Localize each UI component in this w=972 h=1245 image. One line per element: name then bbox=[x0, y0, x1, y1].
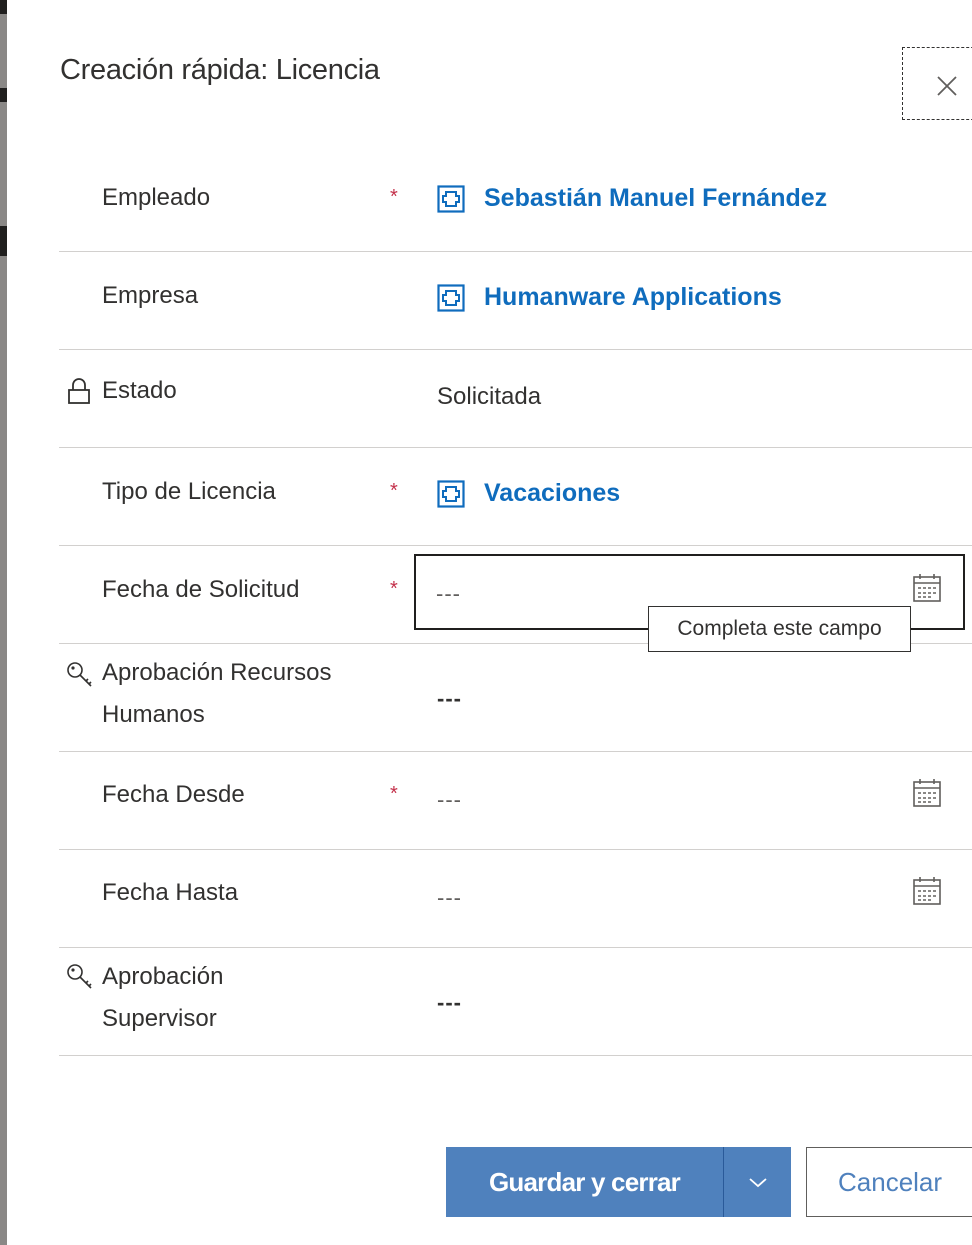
calendar-icon[interactable] bbox=[912, 573, 942, 603]
save-and-close-button[interactable]: Guardar y cerrar bbox=[446, 1147, 723, 1217]
field-label: Estado bbox=[102, 377, 177, 404]
fecha-desde-input[interactable]: --- bbox=[437, 787, 462, 813]
field-row-fecha-solicitud: Fecha de Solicitud * --- Completa este c… bbox=[59, 546, 972, 652]
dialog-title: Creación rápida: Licencia bbox=[60, 54, 380, 86]
required-marker: * bbox=[390, 783, 398, 805]
background-page-edge bbox=[0, 0, 7, 1245]
close-button[interactable] bbox=[902, 47, 972, 120]
chevron-down-icon bbox=[749, 1178, 767, 1188]
empleado-lookup[interactable]: Sebastián Manuel Fernández bbox=[437, 184, 827, 213]
save-options-dropdown[interactable] bbox=[723, 1147, 791, 1217]
field-row-estado: Estado Solicitada bbox=[59, 350, 972, 448]
field-label: Fecha Desde bbox=[102, 781, 245, 808]
form-fields: Empleado * Sebastián Manuel Fernández Em… bbox=[59, 148, 972, 1056]
field-row-empresa: Empresa Humanware Applications bbox=[59, 252, 972, 350]
empresa-lookup[interactable]: Humanware Applications bbox=[437, 283, 782, 312]
lookup-value: Vacaciones bbox=[484, 479, 621, 507]
field-row-empleado: Empleado * Sebastián Manuel Fernández bbox=[59, 148, 972, 252]
field-label: Fecha Hasta bbox=[102, 879, 239, 906]
field-label: Tipo de Licencia bbox=[102, 478, 276, 505]
field-row-aprobacion-supervisor: Aprobación Supervisor --- bbox=[59, 948, 972, 1056]
field-row-fecha-hasta: Fecha Hasta --- bbox=[59, 850, 972, 948]
field-row-fecha-desde: Fecha Desde * --- bbox=[59, 752, 972, 850]
required-marker: * bbox=[390, 186, 398, 208]
key-icon bbox=[67, 662, 92, 687]
entity-icon bbox=[437, 479, 465, 508]
tipo-licencia-lookup[interactable]: Vacaciones bbox=[437, 479, 620, 508]
field-label-line2: Supervisor bbox=[102, 1005, 217, 1032]
lookup-value: Humanware Applications bbox=[484, 283, 782, 311]
calendar-icon[interactable] bbox=[912, 778, 942, 808]
field-row-tipo-licencia: Tipo de Licencia * Vacaciones bbox=[59, 448, 972, 546]
field-label: Fecha de Solicitud bbox=[102, 576, 300, 603]
required-marker: * bbox=[390, 578, 398, 600]
required-marker: * bbox=[390, 480, 398, 502]
aprobacion-supervisor-value: --- bbox=[437, 990, 462, 1015]
field-label: Empresa bbox=[102, 282, 199, 309]
entity-icon bbox=[437, 283, 465, 312]
validation-tooltip: Completa este campo bbox=[648, 606, 911, 652]
field-label-line1: Aprobación bbox=[102, 963, 224, 990]
lock-icon bbox=[68, 378, 90, 404]
field-label-line2: Humanos bbox=[102, 701, 205, 728]
aprobacion-rrhh-value: --- bbox=[437, 686, 462, 711]
fecha-solicitud-value: --- bbox=[436, 581, 461, 606]
fecha-hasta-input[interactable]: --- bbox=[437, 885, 462, 911]
cancel-button[interactable]: Cancelar bbox=[806, 1147, 972, 1217]
entity-icon bbox=[437, 184, 465, 213]
field-label: Empleado bbox=[102, 184, 211, 211]
calendar-icon[interactable] bbox=[912, 876, 942, 906]
lookup-value: Sebastián Manuel Fernández bbox=[484, 184, 828, 212]
key-icon bbox=[67, 964, 92, 989]
field-row-aprobacion-rrhh: Aprobación Recursos Humanos --- bbox=[59, 644, 972, 752]
field-label-line1: Aprobación Recursos bbox=[102, 659, 332, 686]
close-icon bbox=[937, 76, 957, 96]
estado-value: Solicitada bbox=[437, 383, 542, 410]
